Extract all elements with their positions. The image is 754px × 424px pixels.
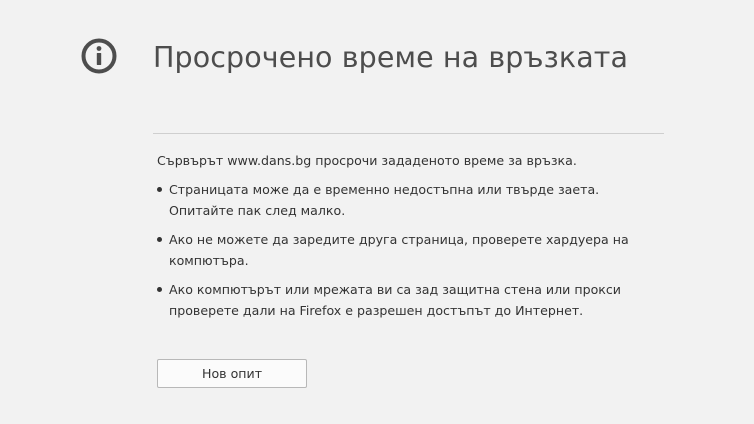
list-item: Ако не можете да заредите друга страница… <box>157 229 657 271</box>
error-description: Сървърът www.dans.bg просрочи зададеното… <box>157 150 657 329</box>
error-summary: Сървърът www.dans.bg просрочи зададеното… <box>157 153 577 168</box>
bullet-icon <box>157 187 162 192</box>
reason-text: Ако не можете да заредите друга страница… <box>169 232 629 268</box>
page-title: Просрочено време на връзката <box>153 41 629 74</box>
list-item: Ако компютърът или мрежата ви са зад защ… <box>157 279 657 321</box>
bullet-icon <box>157 237 162 242</box>
reason-text: Ако компютърът или мрежата ви са зад защ… <box>169 282 621 318</box>
error-page: Просрочено време на връзката Сървърът ww… <box>0 0 754 424</box>
reason-text: Страницата може да е временно недостъпна… <box>169 182 600 218</box>
retry-button[interactable]: Нов опит <box>157 359 307 388</box>
bullet-icon <box>157 287 162 292</box>
info-icon <box>81 38 117 74</box>
list-item: Страницата може да е временно недостъпна… <box>157 179 657 221</box>
reasons-list: Страницата може да е временно недостъпна… <box>157 179 657 321</box>
divider <box>153 133 664 134</box>
